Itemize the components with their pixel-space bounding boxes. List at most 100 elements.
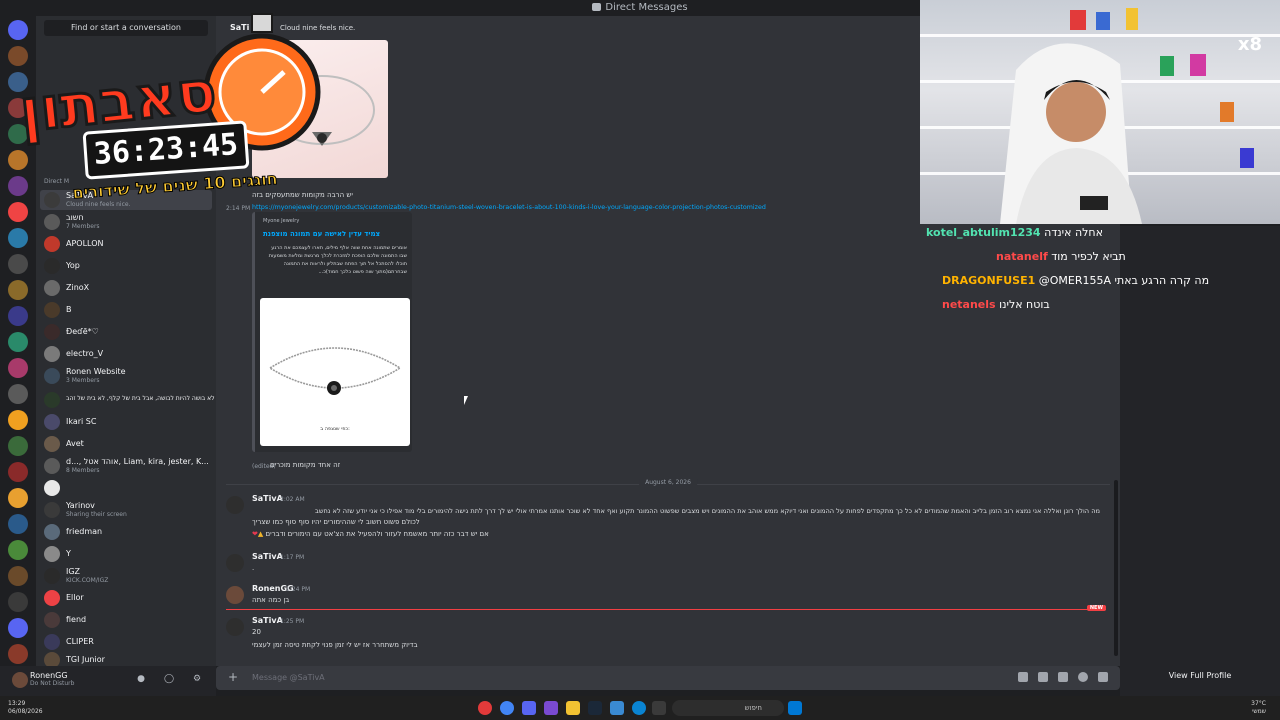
embed-title-link[interactable]: צמיד עדין לאישה עם תמונה מוצפנת [263,230,380,238]
server-icon[interactable] [8,384,28,404]
message-input[interactable]: Message @SaTivA [252,673,325,682]
server-icon[interactable] [8,254,28,274]
discord-home-icon[interactable] [8,20,28,40]
bracelet-photo[interactable] [252,40,388,178]
avatar [44,392,60,408]
user-panel: RonenGG Do Not Disturb ● ◯ ⚙ [0,666,216,696]
link-embed: Myone Jewelry צמיד עדין לאישה עם תמונה מ… [252,212,412,452]
server-icon[interactable] [8,540,28,560]
dm-item[interactable]: B [40,300,212,320]
avatar [44,590,60,606]
find-conversation-button[interactable]: Find or start a conversation [44,20,208,36]
dm-item[interactable]: ZinoX [40,278,212,298]
avatar[interactable] [226,496,244,514]
windows-start-icon[interactable] [788,701,802,715]
dm-item[interactable]: TGI Junior [40,650,212,666]
server-icon[interactable] [8,124,28,144]
avatar [44,280,60,296]
mouse-cursor [464,396,468,405]
avatar[interactable] [226,586,244,604]
discord-icon[interactable] [522,701,536,715]
taskbar-search[interactable]: חיפוש [672,700,784,716]
folder-icon[interactable] [566,701,580,715]
headphones-icon[interactable]: ◯ [164,674,174,686]
dm-item[interactable]: Y [40,544,212,564]
stream-chat-message: natanelf תביא לכפיר מוד [996,250,1126,263]
avatar[interactable] [226,618,244,636]
server-icon[interactable] [8,644,28,664]
chrome-icon[interactable] [500,701,514,715]
date-divider: August 6, 2026 [226,479,1110,486]
product-link[interactable]: https://myonejewelry.com/products/custom… [252,204,766,211]
dm-item[interactable]: IGZ KICK.COM/IGZ [40,566,212,586]
server-icon[interactable] [8,150,28,170]
server-icon[interactable] [8,488,28,508]
taskbar-clock: 13:29 06/08/2026 [8,700,43,715]
dm-item[interactable]: SaTivA Cloud nine feels nice. [40,190,212,210]
dm-item[interactable]: d..., אוהד אטל, Liam, kira, jester, K...… [40,456,212,476]
embed-image[interactable]: כפי שנצפה ב: [260,298,410,446]
app-icon[interactable] [652,701,666,715]
avatar [44,414,60,430]
server-icon[interactable] [8,462,28,482]
settings-gear-icon[interactable]: ⚙ [192,674,202,686]
app-icon[interactable] [544,701,558,715]
server-icon[interactable] [8,410,28,430]
dm-item[interactable]: Avet [40,434,212,454]
server-icon[interactable] [8,202,28,222]
server-icon[interactable] [8,332,28,352]
add-attachment-icon[interactable]: + [228,670,238,684]
app-icon[interactable] [478,701,492,715]
avatar [44,652,60,666]
dm-item[interactable]: Ellor [40,588,212,608]
streamer-image [1000,8,1254,224]
server-icon[interactable] [8,306,28,326]
server-icon[interactable] [8,176,28,196]
chat-scrollbar[interactable] [1114,480,1118,656]
server-icon[interactable] [8,514,28,534]
emoji-icon[interactable] [1078,672,1088,682]
dm-item[interactable]: Ɖeɗē*♡ [40,322,212,342]
server-icon[interactable] [8,46,28,66]
app-icon[interactable] [610,701,624,715]
edge-icon[interactable] [632,701,646,715]
dm-item[interactable]: friedman [40,522,212,542]
server-icon[interactable] [8,98,28,118]
dm-item[interactable]: APOLLON [40,234,212,254]
steam-icon[interactable] [588,701,602,715]
dm-item[interactable]: electro_V [40,344,212,364]
avatar [44,502,60,518]
server-icon[interactable] [8,228,28,248]
server-icon[interactable] [8,72,28,92]
gif-icon[interactable] [1038,672,1048,682]
dm-item[interactable]: לא בושה להיות לבושה, אבל בית של קלף, לא … [40,390,215,410]
dm-icon [592,3,602,11]
microphone-icon[interactable]: ● [136,674,146,686]
avatar[interactable] [226,554,244,572]
dm-item[interactable]: חשוב 7 Members [40,212,212,232]
stream-chat-message: netanels בוטח אלינו [942,298,1050,311]
server-icon[interactable] [8,618,28,638]
gift-icon[interactable] [1018,672,1028,682]
dm-item[interactable] [40,478,212,498]
avatar [44,458,60,474]
dm-item[interactable]: fiend [40,610,212,630]
sticker-icon[interactable] [1058,672,1068,682]
server-icon[interactable] [8,280,28,300]
server-icon[interactable] [8,592,28,612]
server-rail [0,16,36,666]
avatar[interactable] [12,672,28,688]
stream-chat-overlay: kotel_abtulim1234 אחלה אינדה natanelf תב… [920,224,1220,316]
dm-item[interactable]: Ikari SC [40,412,212,432]
dm-item[interactable]: Yop [40,256,212,276]
apps-icon[interactable] [1098,672,1108,682]
dm-item[interactable]: Yarinov Sharing their screen [40,500,212,520]
server-icon[interactable] [8,566,28,586]
dm-item[interactable]: Ronen Website 3 Members [40,366,212,386]
server-icon[interactable] [8,436,28,456]
server-icon[interactable] [8,358,28,378]
weather-widget[interactable]: 37°C שמשי [1251,700,1266,716]
dm-item[interactable]: CLIPER [40,632,212,652]
avatar [44,568,60,584]
view-full-profile-button[interactable]: View Full Profile [1120,666,1280,686]
